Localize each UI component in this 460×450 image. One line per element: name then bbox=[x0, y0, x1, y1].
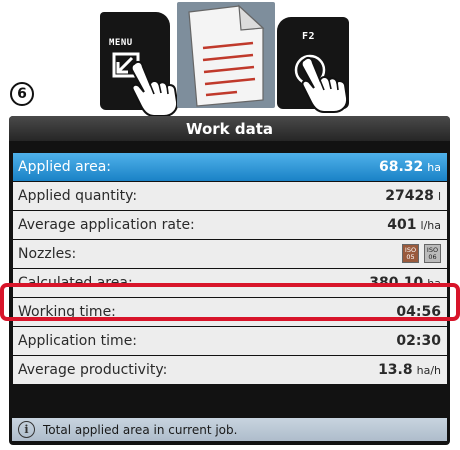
row-value: 13.8 bbox=[378, 361, 413, 378]
row-application-time[interactable]: Application time: 02:30 bbox=[13, 327, 447, 355]
nozzle-icons: ISO 05 ISO 06 bbox=[402, 244, 441, 264]
work-data-document-tile bbox=[177, 2, 275, 108]
row-label: Average application rate: bbox=[18, 216, 195, 233]
info-icon: i bbox=[18, 421, 35, 438]
info-text: Total applied area in current job. bbox=[43, 422, 238, 437]
row-nozzles[interactable]: Nozzles: ISO 05 ISO 06 bbox=[13, 240, 447, 268]
row-unit: ha bbox=[427, 276, 441, 290]
row-label: Calculated area: bbox=[18, 274, 133, 291]
row-applied-quantity[interactable]: Applied quantity: 27428 l bbox=[13, 182, 447, 210]
row-value: 401 bbox=[387, 216, 417, 233]
nozzle-iso-06-icon: ISO 06 bbox=[424, 244, 441, 264]
row-calculated-area[interactable]: Calculated area: 380.10 ha bbox=[13, 269, 447, 297]
document-icon bbox=[188, 4, 265, 107]
row-unit: l/ha bbox=[420, 218, 441, 232]
row-label: Application time: bbox=[18, 332, 138, 349]
row-average-productivity[interactable]: Average productivity: 13.8 ha/h bbox=[13, 356, 447, 384]
row-label: Working time: bbox=[18, 303, 116, 320]
row-value: 27428 bbox=[385, 187, 434, 204]
f2-key-label: F2 bbox=[302, 31, 316, 42]
row-applied-area[interactable]: Applied area: 68.32 ha bbox=[13, 153, 447, 181]
info-bar: i Total applied area in current job. bbox=[12, 418, 447, 441]
row-label: Average productivity: bbox=[18, 361, 168, 378]
row-unit: ha bbox=[427, 160, 441, 174]
panel-title: Work data bbox=[9, 116, 450, 141]
row-label: Applied quantity: bbox=[18, 187, 138, 204]
work-data-list: Applied area: 68.32 ha Applied quantity: … bbox=[13, 153, 447, 385]
row-unit: l bbox=[437, 189, 441, 203]
work-data-panel: Work data Applied area: 68.32 ha Applied … bbox=[9, 116, 450, 445]
row-value: 02:30 bbox=[396, 332, 441, 349]
row-value: 380.10 bbox=[369, 274, 424, 291]
row-label: Applied area: bbox=[18, 158, 112, 175]
nozzle-iso-05-icon: ISO 05 bbox=[402, 244, 419, 264]
row-average-application-rate[interactable]: Average application rate: 401 l/ha bbox=[13, 211, 447, 239]
row-label: Nozzles: bbox=[18, 245, 77, 262]
pointing-hand-icon bbox=[294, 54, 349, 113]
row-value: 68.32 bbox=[378, 158, 424, 175]
row-working-time[interactable]: Working time: 04:56 bbox=[13, 298, 447, 326]
row-unit: ha/h bbox=[416, 363, 441, 377]
row-value: 04:56 bbox=[396, 303, 441, 320]
step-number-badge: 6 bbox=[10, 82, 34, 106]
